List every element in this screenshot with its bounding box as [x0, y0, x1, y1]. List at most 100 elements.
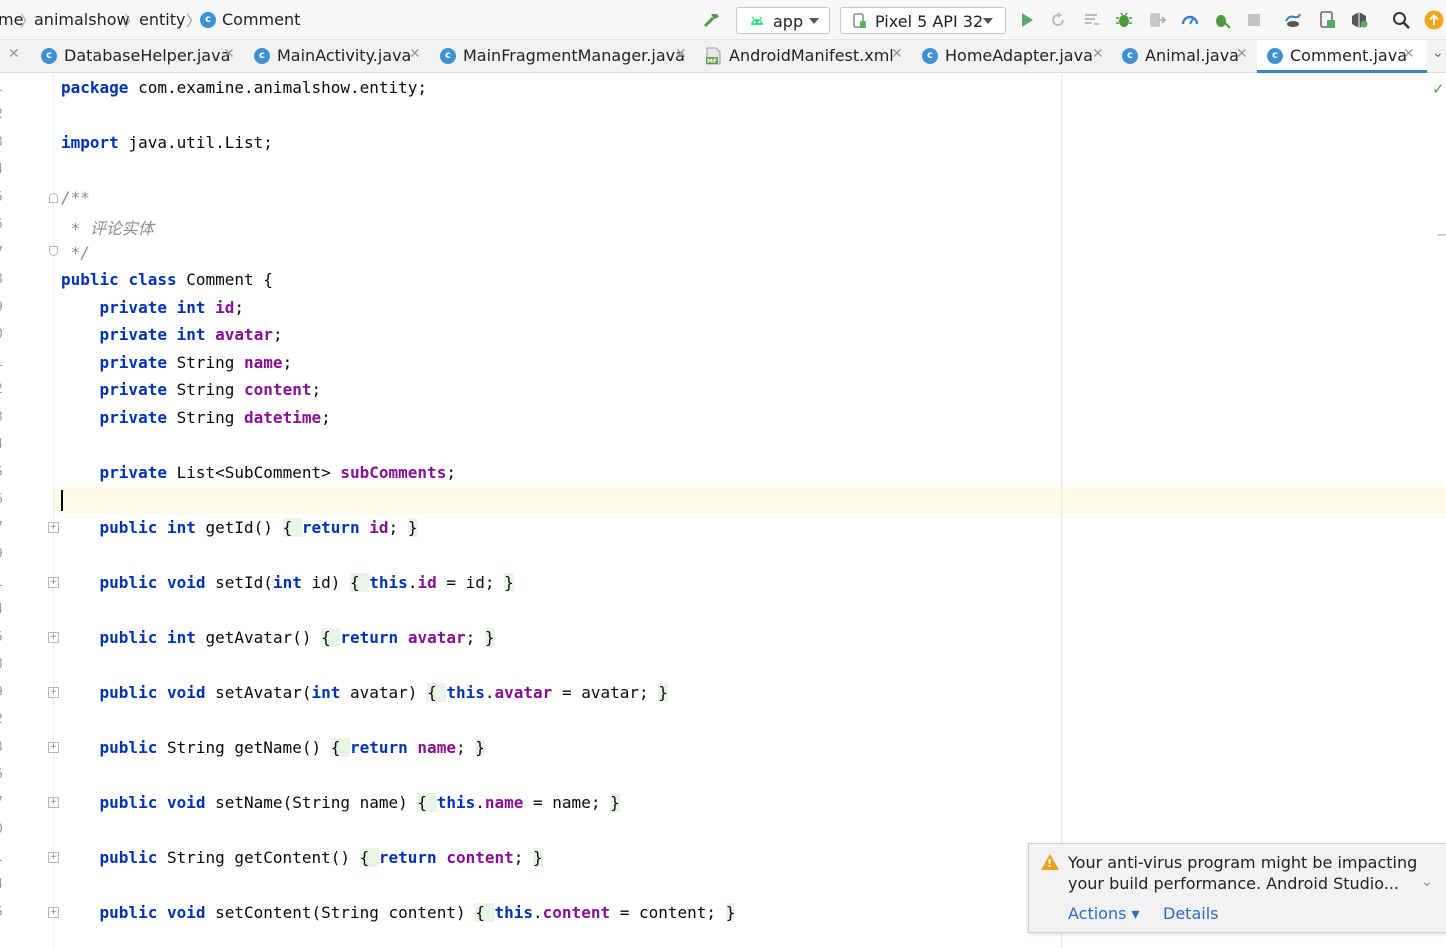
close-icon[interactable]: ✕: [1403, 46, 1415, 62]
svg-text:MF: MF: [707, 58, 717, 65]
tab-androidmanifest[interactable]: MF AndroidManifest.xml ✕: [705, 40, 910, 73]
apply-code-changes-icon[interactable]: [1083, 11, 1101, 29]
keyword: public: [99, 628, 158, 647]
close-icon[interactable]: ✕: [409, 46, 421, 62]
tab-animal[interactable]: c Animal.java ✕: [1122, 40, 1256, 73]
close-icon[interactable]: ✕: [8, 46, 20, 62]
line-number-gutter[interactable]: 1 2 3 4 5 6 7 8 9 0 1 2 3 4 5 6 7 9 1 4 …: [0, 74, 59, 948]
fold-expand-icon[interactable]: +: [48, 632, 59, 643]
code-line-method-setavatar[interactable]: public void setAvatar(int avatar) { this…: [61, 683, 668, 702]
code-line-field-name[interactable]: private String name;: [61, 353, 293, 372]
code-editor[interactable]: 1 2 3 4 5 6 7 8 9 0 1 2 3 4 5 6 7 9 1 4 …: [0, 74, 1446, 948]
inspection-ok-icon[interactable]: ✓: [1432, 80, 1445, 98]
run-icon[interactable]: [1018, 11, 1036, 29]
code-line-method-setid[interactable]: public void setId(int id) { this.id = id…: [61, 573, 514, 592]
code-line-field-avatar[interactable]: private int avatar;: [61, 325, 283, 344]
stop-icon[interactable]: [1245, 11, 1263, 29]
code-line-method-setname[interactable]: public void setName(String name) { this.…: [61, 793, 620, 812]
tab-databasehelper[interactable]: c DatabaseHelper.java ✕: [41, 40, 243, 73]
code-line-method-getname[interactable]: public String getName() { return name; }: [61, 738, 485, 757]
code-line-method-getcontent[interactable]: public String getContent() { return cont…: [61, 848, 543, 867]
code-text: String getName(): [157, 738, 331, 757]
tab-label: AndroidManifest.xml: [729, 46, 894, 65]
device-select[interactable]: Pixel 5 API 32: [840, 7, 1006, 34]
fold-expand-icon[interactable]: +: [48, 852, 59, 863]
folded-brace: }: [407, 518, 418, 537]
code-text: getAvatar(): [195, 628, 322, 647]
tab-mainfragmentmanager[interactable]: c MainFragmentManager.java ✕: [440, 40, 694, 73]
close-icon[interactable]: ✕: [223, 46, 235, 62]
code-line-field-subcomments[interactable]: private List<SubComment> subComments;: [61, 463, 456, 482]
sync-gradle-icon[interactable]: [1284, 11, 1302, 29]
code-line-import[interactable]: import java.util.List;: [61, 133, 273, 152]
build-hammer-icon[interactable]: [703, 11, 721, 29]
search-icon[interactable]: [1392, 11, 1410, 29]
line-number: 7: [0, 245, 3, 260]
profiler-icon[interactable]: [1181, 11, 1199, 29]
code-line-method-setcontent[interactable]: public void setContent(String content) {…: [61, 903, 736, 922]
fold-expand-icon[interactable]: +: [48, 907, 59, 918]
code-line-class-declaration[interactable]: public class Comment {: [61, 270, 273, 289]
code-text: com.examine.animalshow.entity;: [128, 78, 428, 97]
code-line-field-content[interactable]: private String content;: [61, 380, 322, 399]
code-text: avatar): [340, 683, 428, 702]
breadcrumb-item-entity[interactable]: entity: [139, 10, 185, 29]
code-text: = id;: [436, 573, 505, 592]
close-icon[interactable]: ✕: [891, 46, 903, 62]
keyword: public: [61, 270, 119, 289]
attach-debugger-icon[interactable]: [1148, 11, 1166, 29]
doc-comment-start[interactable]: /**: [61, 188, 90, 207]
tab-homeadapter[interactable]: c HomeAdapter.java ✕: [922, 40, 1112, 73]
doc-comment-text[interactable]: * 评论实体: [61, 215, 154, 239]
close-icon[interactable]: ✕: [675, 46, 687, 62]
fold-doc-end-icon[interactable]: [49, 246, 58, 256]
fold-expand-icon[interactable]: +: [48, 797, 59, 808]
field-name: content: [446, 848, 514, 867]
notification-details-link[interactable]: Details: [1163, 904, 1218, 923]
close-icon[interactable]: ✕: [1236, 46, 1248, 62]
line-number: 7: [0, 795, 3, 810]
attach-process-icon[interactable]: [1213, 11, 1231, 29]
apply-changes-icon[interactable]: [1049, 11, 1067, 29]
run-config-select[interactable]: app: [736, 7, 830, 34]
code-line-method-getavatar[interactable]: public int getAvatar() { return avatar; …: [61, 628, 495, 647]
line-number: 8: [0, 272, 3, 287]
code-text: = avatar;: [552, 683, 659, 702]
fold-expand-icon[interactable]: +: [48, 577, 59, 588]
code-line-method-getid[interactable]: public int getId() { return id; }: [61, 518, 418, 537]
fold-expand-icon[interactable]: +: [48, 687, 59, 698]
debug-icon[interactable]: [1115, 11, 1133, 29]
fold-expand-icon[interactable]: +: [48, 742, 59, 753]
update-available-icon[interactable]: [1424, 10, 1444, 30]
chevron-down-icon[interactable]: ⌄: [1421, 874, 1433, 890]
tab-mainactivity[interactable]: c MainActivity.java ✕: [254, 40, 429, 73]
active-tab-indicator: [1257, 70, 1427, 73]
code-line-package[interactable]: package com.examine.animalshow.entity;: [61, 78, 427, 97]
code-line-field-datetime[interactable]: private String datetime;: [61, 408, 331, 427]
sdk-manager-icon[interactable]: [1350, 11, 1368, 29]
breadcrumb-item-comment[interactable]: Comment: [222, 10, 300, 29]
fold-doc-start-icon[interactable]: [49, 193, 58, 203]
tab-label: DatabaseHelper.java: [64, 46, 231, 65]
close-icon[interactable]: ✕: [1092, 46, 1104, 62]
breadcrumb-item-animalshow[interactable]: animalshow: [34, 10, 130, 29]
doc-comment-end[interactable]: */: [61, 243, 90, 262]
tab-comment[interactable]: c Comment.java ✕: [1257, 40, 1427, 73]
folded-brace: {: [321, 628, 341, 647]
fold-expand-icon[interactable]: +: [48, 522, 59, 533]
code-line-field-id[interactable]: private int id;: [61, 298, 245, 317]
notification-actions-link[interactable]: Actions ▾: [1068, 904, 1140, 923]
editor-tab-bar: ✕ c DatabaseHelper.java ✕ c MainActivity…: [0, 40, 1446, 73]
scrollbar-marker[interactable]: [1438, 234, 1446, 236]
device-manager-icon[interactable]: [1318, 11, 1336, 29]
chevron-down-icon[interactable]: ⌄: [1432, 45, 1444, 61]
